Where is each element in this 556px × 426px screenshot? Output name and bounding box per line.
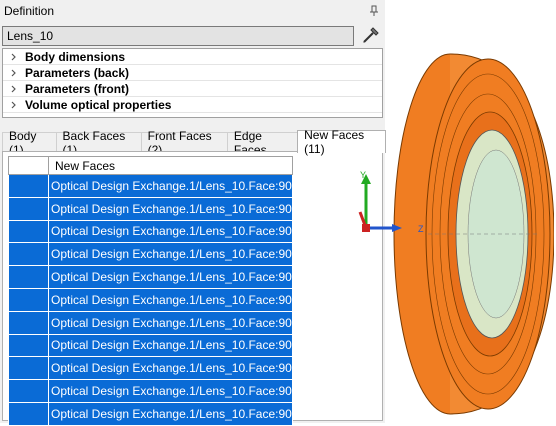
- faces-tab-strip: Body (1) Back Faces (1) Front Faces (2) …: [2, 128, 386, 157]
- panel-title: Definition: [4, 4, 55, 18]
- property-label: Body dimensions: [25, 49, 126, 64]
- table-row[interactable]: Optical Design Exchange.1/Lens_10.Face:9…: [8, 333, 293, 358]
- tab-edge-faces[interactable]: Edge Faces: [226, 129, 299, 157]
- table-row[interactable]: Optical Design Exchange.1/Lens_10.Face:9…: [8, 379, 293, 403]
- property-row-volume-optical[interactable]: Volume optical properties: [3, 97, 382, 113]
- row-header-corner: [8, 156, 49, 175]
- row-selector[interactable]: [8, 242, 49, 267]
- column-header-new-faces[interactable]: New Faces: [48, 156, 293, 175]
- property-tree: Body dimensions Parameters (back) Parame…: [2, 48, 383, 118]
- property-row-parameters-back[interactable]: Parameters (back): [3, 65, 382, 81]
- table-row[interactable]: Optical Design Exchange.1/Lens_10.Face:9…: [8, 356, 293, 381]
- row-selector[interactable]: [8, 333, 49, 358]
- chevron-right-icon[interactable]: [3, 85, 25, 93]
- name-field[interactable]: [2, 26, 354, 46]
- table-row[interactable]: Optical Design Exchange.1/Lens_10.Face:9…: [8, 242, 293, 267]
- row-selector[interactable]: [8, 219, 49, 244]
- pin-icon[interactable]: [369, 5, 379, 17]
- property-label: Parameters (back): [25, 65, 130, 80]
- face-cell[interactable]: Optical Design Exchange.1/Lens_10.Face:9…: [48, 333, 293, 358]
- chevron-right-icon[interactable]: [3, 69, 25, 77]
- row-selector[interactable]: [8, 287, 49, 312]
- row-selector[interactable]: [8, 401, 49, 426]
- axis-triad: Y Z: [358, 170, 424, 234]
- table-row[interactable]: Optical Design Exchange.1/Lens_10.Face:9…: [8, 174, 293, 198]
- row-selector[interactable]: [8, 265, 49, 289]
- row-selector[interactable]: [8, 379, 49, 403]
- panel-header: Definition: [0, 0, 385, 22]
- property-row-body-dimensions[interactable]: Body dimensions: [3, 49, 382, 65]
- face-cell[interactable]: Optical Design Exchange.1/Lens_10.Face:9…: [48, 174, 293, 198]
- tab-new-faces[interactable]: New Faces (11): [297, 128, 386, 156]
- axis-z-label: Z: [418, 224, 424, 234]
- table-row[interactable]: Optical Design Exchange.1/Lens_10.Face:9…: [8, 310, 293, 335]
- table-row[interactable]: Optical Design Exchange.1/Lens_10.Face:9…: [8, 287, 293, 312]
- pick-face-button[interactable]: [359, 25, 381, 47]
- face-cell[interactable]: Optical Design Exchange.1/Lens_10.Face:9…: [48, 196, 293, 221]
- face-cell[interactable]: Optical Design Exchange.1/Lens_10.Face:9…: [48, 287, 293, 312]
- row-selector[interactable]: [8, 196, 49, 221]
- row-selector[interactable]: [8, 174, 49, 198]
- tab-content: New Faces Optical Design Exchange.1/Lens…: [2, 151, 383, 426]
- tab-body[interactable]: Body (1): [2, 129, 57, 157]
- property-label: Parameters (front): [25, 81, 130, 96]
- axis-y-label: Y: [360, 170, 366, 180]
- tab-front-faces[interactable]: Front Faces (2): [140, 129, 228, 157]
- face-cell[interactable]: Optical Design Exchange.1/Lens_10.Face:9…: [48, 219, 293, 244]
- face-cell[interactable]: Optical Design Exchange.1/Lens_10.Face:9…: [48, 310, 293, 335]
- face-cell[interactable]: Optical Design Exchange.1/Lens_10.Face:9…: [48, 356, 293, 381]
- face-cell[interactable]: Optical Design Exchange.1/Lens_10.Face:9…: [48, 265, 293, 289]
- row-selector[interactable]: [8, 356, 49, 381]
- table-row[interactable]: Optical Design Exchange.1/Lens_10.Face:9…: [8, 196, 293, 221]
- property-label: Volume optical properties: [25, 97, 172, 112]
- table-row[interactable]: Optical Design Exchange.1/Lens_10.Face:9…: [8, 219, 293, 244]
- table-row[interactable]: Optical Design Exchange.1/Lens_10.Face:9…: [8, 265, 293, 289]
- chevron-right-icon[interactable]: [3, 53, 25, 61]
- tab-back-faces[interactable]: Back Faces (1): [55, 129, 142, 157]
- table-row[interactable]: Optical Design Exchange.1/Lens_10.Face:9…: [8, 401, 293, 426]
- face-cell[interactable]: Optical Design Exchange.1/Lens_10.Face:9…: [48, 379, 293, 403]
- chevron-right-icon[interactable]: [3, 101, 25, 109]
- definition-panel: Definition Body dimensions: [0, 0, 386, 426]
- faces-grid: New Faces Optical Design Exchange.1/Lens…: [8, 156, 293, 426]
- row-selector[interactable]: [8, 310, 49, 335]
- pick-face-icon: [363, 27, 379, 43]
- property-row-parameters-front[interactable]: Parameters (front): [3, 81, 382, 97]
- face-cell[interactable]: Optical Design Exchange.1/Lens_10.Face:9…: [48, 242, 293, 267]
- face-cell[interactable]: Optical Design Exchange.1/Lens_10.Face:9…: [48, 401, 293, 426]
